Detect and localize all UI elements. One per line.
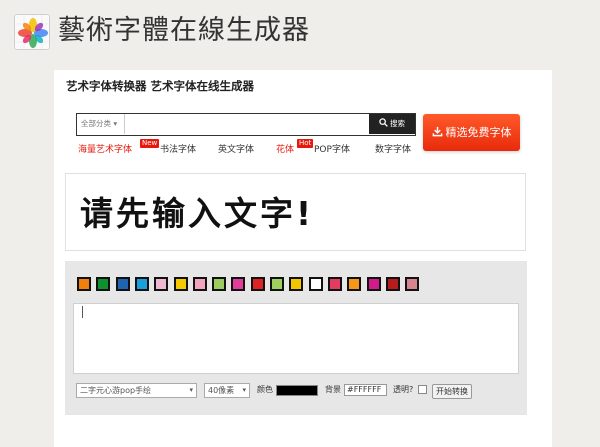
preview-text: 请先输入文字!: [80, 194, 315, 233]
color-swatch[interactable]: [173, 277, 188, 291]
color-swatch[interactable]: [154, 277, 169, 291]
color-swatch[interactable]: [308, 277, 323, 291]
color-swatch[interactable]: [212, 277, 227, 291]
chevron-down-icon: ▾: [189, 386, 193, 394]
free-fonts-button[interactable]: 精选免费字体: [423, 114, 520, 151]
app-header: 藝術字體在線生成器: [0, 0, 600, 64]
color-swatch[interactable]: [385, 277, 400, 291]
color-swatch[interactable]: [77, 277, 91, 291]
text-input-area[interactable]: [73, 303, 519, 374]
font-select[interactable]: 二字元心游pop手绘 ▾: [76, 383, 197, 398]
color-swatch[interactable]: [231, 277, 246, 291]
search-icon: [379, 118, 388, 127]
color-swatch[interactable]: [270, 277, 284, 291]
search-button[interactable]: 搜索: [369, 114, 415, 134]
text-cursor: [82, 306, 83, 318]
app-logo-icon: [14, 14, 50, 50]
hot-badge: Hot: [297, 139, 314, 148]
search-button-label: 搜索: [390, 119, 405, 128]
color-swatch[interactable]: [289, 277, 304, 291]
download-icon: [432, 126, 442, 137]
color-swatch[interactable]: [347, 277, 362, 291]
search-box: 全部分类 ▾ 搜索: [76, 113, 416, 136]
start-convert-button[interactable]: 开始转换: [432, 384, 472, 399]
color-swatch[interactable]: [366, 277, 381, 291]
size-select-value: 40像素: [208, 386, 235, 395]
color-swatch[interactable]: [115, 277, 130, 291]
search-input[interactable]: [126, 115, 366, 133]
new-badge: New: [140, 139, 160, 148]
free-fonts-button-label: 精选免费字体: [445, 126, 512, 139]
bg-label: 背景: [325, 385, 341, 394]
chevron-down-icon: ▾: [242, 386, 246, 394]
nav-link-calligraphy[interactable]: 书法字体: [160, 144, 196, 156]
color-swatch[interactable]: [250, 277, 265, 291]
color-picker[interactable]: [276, 385, 318, 396]
size-select[interactable]: 40像素 ▾: [204, 383, 250, 398]
nav-link-fancy[interactable]: 花体: [276, 144, 294, 156]
font-select-value: 二字元心游pop手绘: [80, 386, 152, 395]
search-category-label: 全部分类: [81, 119, 111, 128]
page-subtitle: 艺术字体转换器 艺术字体在线生成器: [66, 79, 255, 93]
bg-input[interactable]: #FFFFFF: [344, 384, 387, 396]
nav-link-pop[interactable]: POP字体: [314, 144, 350, 156]
nav-link-digital[interactable]: 数字字体: [375, 144, 411, 156]
color-swatch[interactable]: [96, 277, 111, 291]
color-swatch[interactable]: [405, 277, 420, 291]
search-category-select[interactable]: 全部分类 ▾: [77, 114, 125, 134]
color-label: 颜色: [257, 385, 273, 394]
transparent-checkbox[interactable]: [418, 385, 427, 394]
color-swatch[interactable]: [134, 277, 149, 291]
app-title: 藝術字體在線生成器: [58, 15, 310, 46]
nav-link-art-fonts[interactable]: 海量艺术字体: [78, 144, 132, 156]
transparent-label: 透明?: [393, 385, 414, 394]
color-swatch[interactable]: [327, 277, 342, 291]
color-swatch[interactable]: [192, 277, 207, 291]
nav-link-english[interactable]: 英文字体: [218, 144, 254, 156]
